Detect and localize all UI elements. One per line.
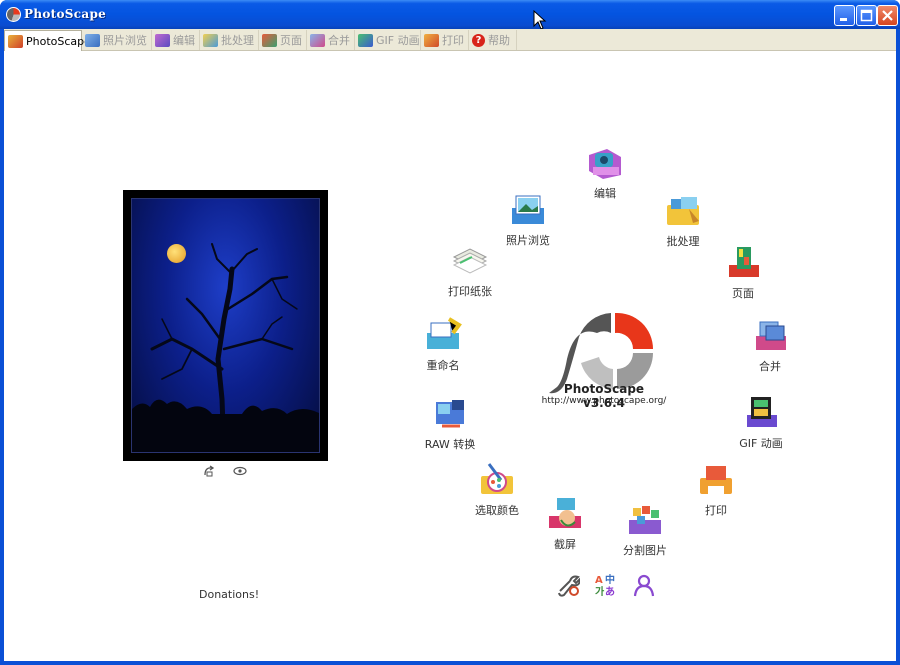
tab-label: 帮助 bbox=[488, 34, 510, 47]
module-label: RAW 转换 bbox=[424, 438, 476, 451]
module-label: 页面 bbox=[732, 287, 754, 300]
app-window: PhotoScape PhotoScape 照片浏览 编辑 批处理 页面 合并 … bbox=[0, 0, 900, 665]
help-tab-icon: ? bbox=[472, 33, 485, 47]
language-icon[interactable]: A 中 가 あ bbox=[594, 573, 618, 597]
tab-label: 打印 bbox=[442, 34, 464, 47]
tab-page[interactable]: 页面 bbox=[259, 30, 307, 50]
module-label: 重命名 bbox=[426, 359, 460, 372]
photo-rotate-view-icons[interactable] bbox=[202, 464, 252, 478]
module-label: 打印 bbox=[705, 504, 727, 517]
color-picker-icon bbox=[481, 463, 513, 494]
svg-text:中: 中 bbox=[605, 573, 615, 586]
user-icon[interactable] bbox=[632, 573, 656, 597]
editor-icon bbox=[589, 149, 621, 179]
module-label: GIF 动画 bbox=[739, 437, 783, 450]
batch-tab-icon bbox=[203, 33, 218, 47]
tab-batch[interactable]: 批处理 bbox=[200, 30, 259, 50]
paper-print-icon bbox=[452, 248, 488, 274]
module-label: 分割图片 bbox=[623, 544, 667, 557]
website-url[interactable]: http://www.photoscape.org/ bbox=[536, 396, 672, 406]
eye-icon bbox=[233, 466, 247, 476]
photo-preview[interactable] bbox=[123, 190, 328, 461]
page-tab-icon bbox=[262, 33, 277, 47]
combine-icon bbox=[756, 321, 786, 350]
close-button[interactable] bbox=[877, 5, 898, 26]
maximize-icon bbox=[860, 9, 873, 22]
maximize-button[interactable] bbox=[856, 5, 877, 26]
module-label: 编辑 bbox=[594, 187, 616, 200]
module-label: 照片浏览 bbox=[506, 234, 550, 247]
svg-text:가: 가 bbox=[595, 585, 605, 597]
tab-photoscape[interactable]: PhotoScape bbox=[4, 30, 91, 51]
close-icon bbox=[882, 10, 893, 21]
tab-combine[interactable]: 合并 bbox=[307, 30, 355, 50]
tab-label: 页面 bbox=[280, 34, 302, 47]
minimize-button[interactable] bbox=[834, 5, 855, 26]
svg-text:A: A bbox=[595, 575, 603, 586]
module-label: 合并 bbox=[759, 360, 781, 373]
tools-icon[interactable] bbox=[556, 573, 580, 597]
batch-icon bbox=[667, 197, 699, 225]
tab-print[interactable]: 打印 bbox=[421, 30, 469, 50]
window-title: PhotoScape bbox=[24, 7, 107, 21]
rotate-icon bbox=[204, 465, 215, 477]
svg-text:あ: あ bbox=[605, 585, 615, 597]
photo-image bbox=[131, 198, 320, 453]
mouse-cursor-icon bbox=[533, 10, 547, 30]
utility-toolbar: A 中 가 あ bbox=[556, 573, 666, 597]
tab-label: 编辑 bbox=[173, 34, 195, 47]
gif-tab-icon bbox=[358, 33, 373, 47]
splitter-icon bbox=[629, 506, 661, 534]
donations-link[interactable]: Donations! bbox=[199, 588, 259, 601]
viewer-icon bbox=[512, 195, 544, 224]
module-label: 批处理 bbox=[666, 235, 700, 248]
tab-gif-animation[interactable]: GIF 动画 bbox=[355, 30, 421, 50]
tab-label: 批处理 bbox=[221, 34, 254, 47]
page-icon bbox=[729, 247, 759, 277]
combine-tab-icon bbox=[310, 33, 325, 47]
rename-icon bbox=[427, 317, 462, 349]
screen-capture-icon bbox=[549, 498, 581, 528]
photoscape-tab-icon bbox=[8, 34, 23, 48]
tab-label: 合并 bbox=[328, 34, 350, 47]
tab-bar: PhotoScape 照片浏览 编辑 批处理 页面 合并 GIF 动画 打印 ?… bbox=[4, 29, 896, 51]
print-icon bbox=[700, 466, 732, 494]
gif-animation-icon bbox=[747, 397, 777, 427]
module-label: 打印纸张 bbox=[448, 285, 492, 298]
tab-help[interactable]: ? 帮助 bbox=[469, 30, 517, 50]
print-tab-icon bbox=[424, 33, 439, 47]
title-bar[interactable]: PhotoScape bbox=[0, 0, 900, 30]
tab-label: 照片浏览 bbox=[103, 34, 147, 47]
tree-silhouette bbox=[132, 243, 319, 452]
tab-editor[interactable]: 编辑 bbox=[152, 30, 200, 50]
editor-tab-icon bbox=[155, 33, 170, 47]
module-label: 选取颜色 bbox=[475, 504, 519, 517]
minimize-icon bbox=[840, 18, 847, 21]
photoscape-app-icon[interactable] bbox=[6, 7, 21, 22]
viewer-tab-icon bbox=[85, 33, 100, 47]
tab-viewer[interactable]: 照片浏览 bbox=[82, 30, 152, 50]
main-panel: PhotoScape 照片浏览 编辑 批处理 页面 合并 GIF 动画 打印 ?… bbox=[4, 29, 896, 661]
raw-converter-icon bbox=[436, 400, 464, 428]
module-label: 截屏 bbox=[554, 538, 576, 551]
tab-label: GIF 动画 bbox=[376, 34, 420, 47]
